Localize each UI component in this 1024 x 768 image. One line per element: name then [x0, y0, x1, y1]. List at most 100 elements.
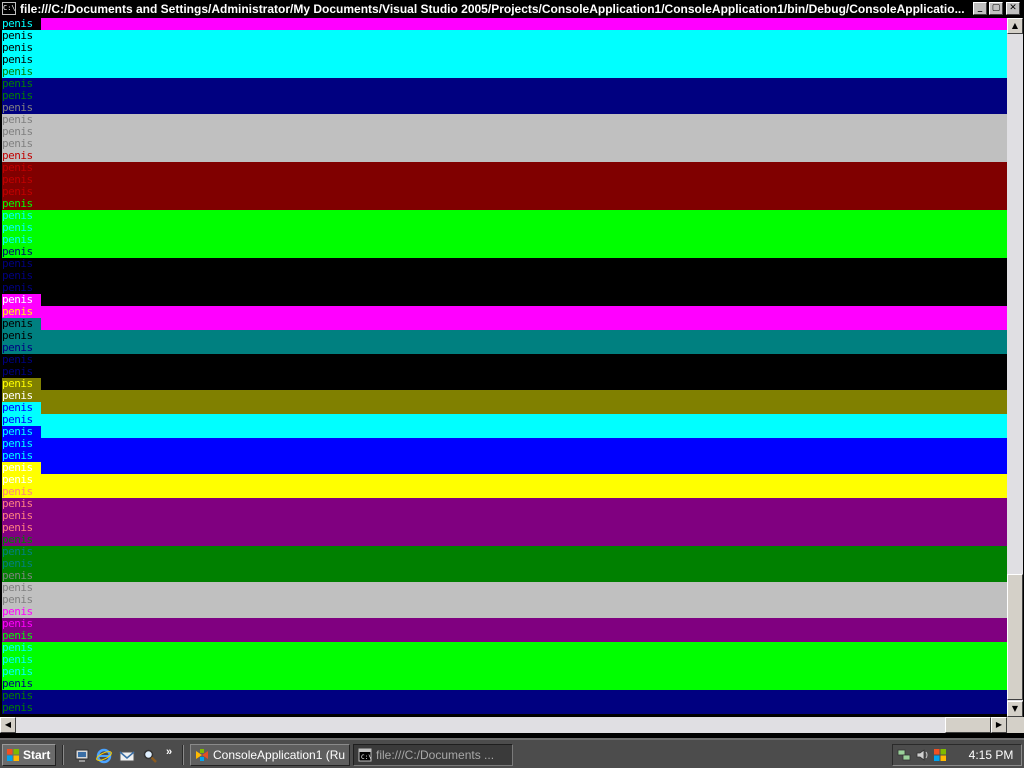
console-line: penis [0, 690, 1007, 702]
console-line: penis [0, 306, 1007, 318]
scrollbar-corner [1007, 717, 1024, 733]
console-line-text: penis [2, 486, 41, 498]
console-line: penis [0, 618, 1007, 630]
console-line-text: penis [2, 450, 41, 462]
console-line-fill [41, 270, 1007, 282]
console-line-fill [41, 462, 1007, 474]
console-line: penis [0, 366, 1007, 378]
console-line-text: penis [2, 42, 41, 54]
console-line-text: penis [2, 222, 41, 234]
clock[interactable]: 4:15 PM [963, 745, 1019, 765]
console-line-text: penis [2, 330, 41, 342]
console-line: penis [0, 390, 1007, 402]
close-button[interactable]: ✕ [1006, 2, 1020, 15]
console-line-text: penis [2, 54, 41, 66]
horizontal-scroll-thumb[interactable] [945, 717, 991, 733]
console-line: penis [0, 30, 1007, 42]
console-line: penis [0, 330, 1007, 342]
console-line-text: penis [2, 570, 41, 582]
console-line-text: penis [2, 30, 41, 42]
network-icon[interactable] [897, 748, 911, 762]
minimize-button[interactable]: _ [973, 2, 987, 15]
vertical-scrollbar[interactable]: ▲ ▼ [1007, 18, 1023, 717]
desktop-icon[interactable] [74, 748, 90, 764]
console-line-fill [41, 210, 1007, 222]
console-line-text: penis [2, 402, 41, 414]
console-line: penis [0, 630, 1007, 642]
console-line-fill [41, 354, 1007, 366]
console-line-fill [41, 414, 1007, 426]
console-line-fill [41, 42, 1007, 54]
console-line: penis [0, 282, 1007, 294]
console-line-fill [41, 90, 1007, 102]
taskbar-button-console[interactable]: C:\ file:///C:/Documents ... [353, 744, 513, 766]
title-bar[interactable]: C:\ file:///C:/Documents and Settings/Ad… [0, 0, 1024, 18]
taskbar-button-label: file:///C:/Documents ... [376, 748, 495, 762]
console-line-fill [41, 30, 1007, 42]
outlook-express-icon[interactable] [119, 748, 135, 764]
console-line-fill [41, 642, 1007, 654]
console-line-text: penis [2, 618, 41, 630]
horizontal-scrollbar[interactable]: ◀ ▶ [0, 717, 1007, 733]
console-line: penis [0, 222, 1007, 234]
console-line: penis [0, 378, 1007, 390]
console-line-fill [41, 486, 1007, 498]
console-line-text: penis [2, 126, 41, 138]
start-button[interactable]: Start [2, 744, 56, 766]
console-line: penis [0, 126, 1007, 138]
console-line-text: penis [2, 606, 41, 618]
console-line-text: penis [2, 18, 41, 30]
vertical-scroll-thumb[interactable] [1007, 574, 1023, 700]
windows-security-icon[interactable] [933, 748, 947, 762]
taskbar-button-visual-studio[interactable]: ConsoleApplication1 (Run... [190, 744, 350, 766]
quicklaunch-chevron[interactable]: » [166, 746, 172, 758]
svg-text:C:\: C:\ [361, 754, 372, 761]
console-line: penis [0, 210, 1007, 222]
console-window-icon[interactable]: C:\ [2, 2, 16, 15]
console-output[interactable]: penis penis penis penis penis penis penis penis… [0, 18, 1007, 717]
console-line: penis [0, 234, 1007, 246]
scroll-right-button[interactable]: ▶ [991, 717, 1007, 733]
console-line-text: penis [2, 342, 41, 354]
console-line-fill [41, 378, 1007, 390]
console-line-fill [41, 66, 1007, 78]
console-line-text: penis [2, 534, 41, 546]
console-line-text: penis [2, 462, 41, 474]
scroll-down-button[interactable]: ▼ [1007, 701, 1023, 717]
console-line-fill [41, 222, 1007, 234]
scroll-left-button[interactable]: ◀ [0, 717, 16, 733]
console-line-fill [41, 582, 1007, 594]
maximize-button[interactable]: ▢ [989, 2, 1003, 15]
console-line-text: penis [2, 294, 41, 306]
console-line-text: penis [2, 654, 41, 666]
console-line: penis [0, 66, 1007, 78]
visual-studio-icon [196, 749, 208, 761]
console-line: penis [0, 342, 1007, 354]
search-icon[interactable] [142, 748, 158, 764]
console-line-text: penis [2, 642, 41, 654]
console-line: penis [0, 402, 1007, 414]
console-line: penis [0, 102, 1007, 114]
console-line: penis [0, 702, 1007, 714]
internet-explorer-icon[interactable] [96, 748, 112, 764]
console-line-fill [41, 426, 1007, 438]
console-line-fill [41, 330, 1007, 342]
start-label: Start [23, 748, 51, 762]
console-line: penis [0, 666, 1007, 678]
console-line-text: penis [2, 162, 41, 174]
console-line-text: penis [2, 594, 41, 606]
console-line: penis [0, 138, 1007, 150]
console-line-text: penis [2, 582, 41, 594]
console-line-fill [41, 258, 1007, 270]
console-line-text: penis [2, 306, 41, 318]
speaker-icon[interactable] [915, 748, 929, 762]
console-line-fill [41, 342, 1007, 354]
console-line-text: penis [2, 678, 41, 690]
console-line-fill [41, 150, 1007, 162]
console-line: penis [0, 654, 1007, 666]
console-line-fill [41, 162, 1007, 174]
scroll-up-button[interactable]: ▲ [1007, 18, 1023, 34]
console-line-fill [41, 318, 1007, 330]
console-line-fill [41, 618, 1007, 630]
console-line-text: penis [2, 378, 41, 390]
